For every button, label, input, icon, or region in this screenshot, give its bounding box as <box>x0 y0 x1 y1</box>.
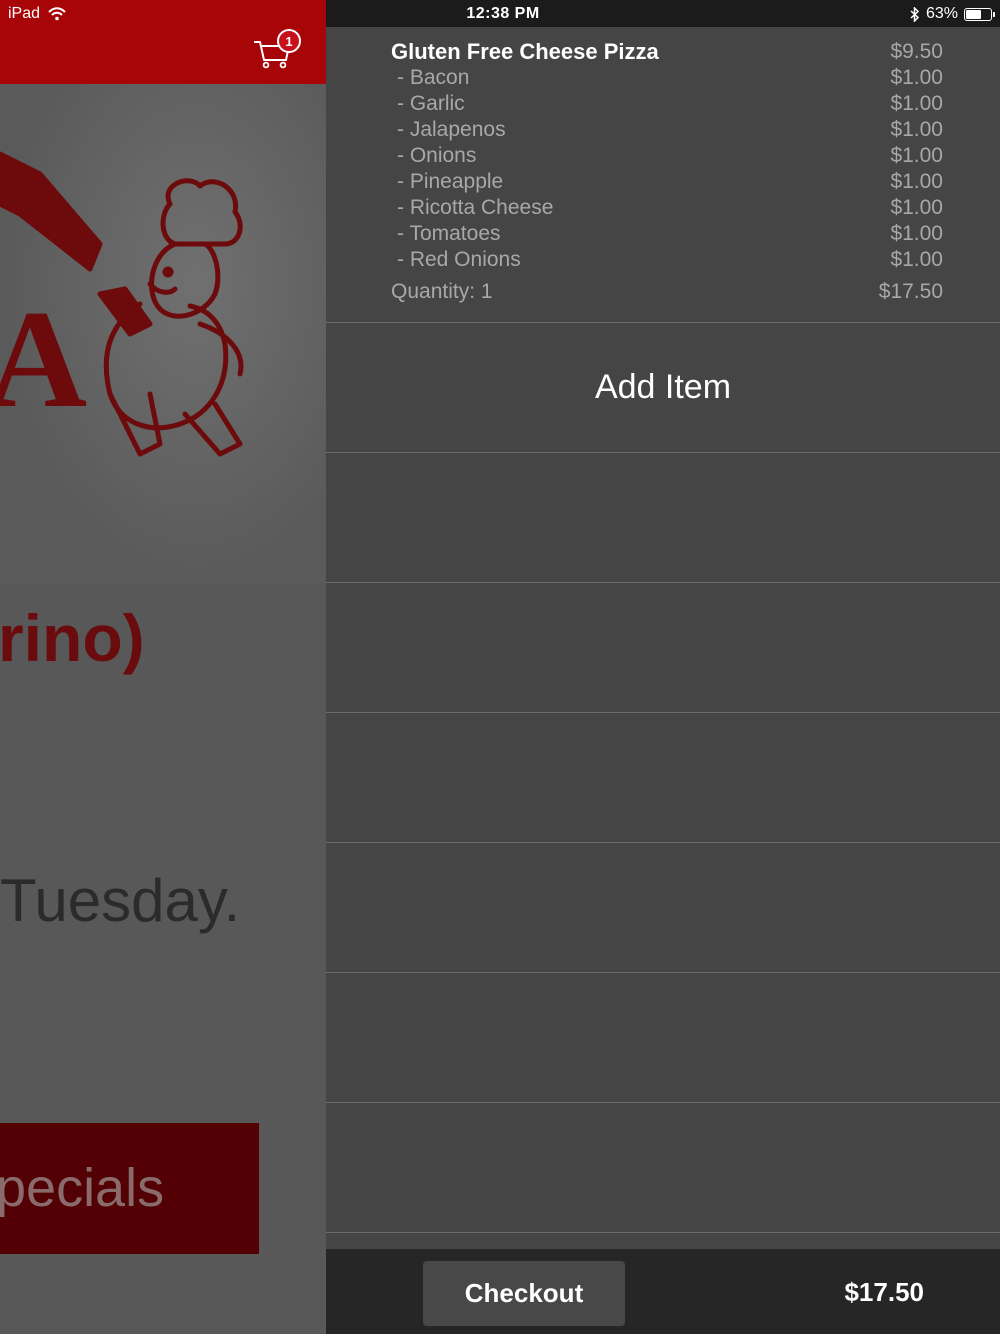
item-price: $9.50 <box>890 40 943 63</box>
modifier-label: - Ricotta Cheese <box>397 196 554 219</box>
modifier-price: $1.00 <box>890 170 943 193</box>
modifier-label: - Onions <box>397 144 477 167</box>
battery-level <box>966 9 982 19</box>
modifier-row: - Ricotta Cheese $1.00 <box>391 195 943 221</box>
empty-row <box>326 713 1000 843</box>
item-title-row: Gluten Free Cheese Pizza $9.50 <box>391 39 943 65</box>
modifier-row: - Garlic $1.00 <box>391 91 943 117</box>
modifier-label: - Tomatoes <box>397 222 501 245</box>
background-heading: rino) <box>0 601 145 675</box>
specials-button-label: pecials <box>0 1158 165 1218</box>
background-page: 1 A rino) Tuesday. pecials <box>0 0 326 1334</box>
modifier-label: - Garlic <box>397 92 465 115</box>
modifier-row: - Bacon $1.00 <box>391 65 943 91</box>
empty-row <box>326 1103 1000 1233</box>
modifier-price: $1.00 <box>890 118 943 141</box>
status-right: 63% <box>910 5 995 23</box>
order-item[interactable]: Gluten Free Cheese Pizza $9.50 - Bacon $… <box>326 27 1000 323</box>
empty-row <box>326 583 1000 713</box>
quantity-row: Quantity: 1 $17.50 <box>391 279 943 305</box>
battery-icon <box>964 7 995 21</box>
modifier-price: $1.00 <box>890 196 943 219</box>
modifier-price: $1.00 <box>890 66 943 89</box>
empty-row <box>326 453 1000 583</box>
modifier-row: - Pineapple $1.00 <box>391 169 943 195</box>
cart-total: $17.50 <box>844 1277 924 1307</box>
modifier-row: - Red Onions $1.00 <box>391 247 943 273</box>
specials-button[interactable]: pecials <box>0 1123 259 1254</box>
modifier-label: - Pineapple <box>397 170 504 193</box>
empty-row <box>326 843 1000 973</box>
modifier-label: - Jalapenos <box>397 118 506 141</box>
modifier-price: $1.00 <box>890 92 943 115</box>
status-bar: iPad 12:38 PM 63% <box>0 0 1000 27</box>
background-text: Tuesday. <box>0 867 241 934</box>
modifier-row: - Onions $1.00 <box>391 143 943 169</box>
cart-count-badge: 1 <box>277 29 301 53</box>
modifier-price: $1.00 <box>890 144 943 167</box>
add-item-button[interactable]: Add Item <box>326 323 1000 453</box>
cart-footer: Checkout $17.50 <box>326 1249 1000 1334</box>
modifier-row: - Tomatoes $1.00 <box>391 221 943 247</box>
battery-percent: 63% <box>925 5 958 22</box>
clock: 12:38 PM <box>466 5 540 22</box>
bluetooth-icon <box>910 6 920 22</box>
modifier-label: - Red Onions <box>397 248 521 271</box>
modifier-row: - Jalapenos $1.00 <box>391 117 943 143</box>
modifier-label: - Bacon <box>397 66 470 89</box>
modifier-price: $1.00 <box>890 222 943 245</box>
checkout-button[interactable]: Checkout <box>423 1261 625 1326</box>
empty-row <box>326 973 1000 1103</box>
cart-panel: Gluten Free Cheese Pizza $9.50 - Bacon $… <box>326 0 1000 1334</box>
modifier-price: $1.00 <box>890 248 943 271</box>
chef-logo-illustration <box>0 151 244 457</box>
quantity-label: Quantity: 1 <box>391 280 493 303</box>
item-name: Gluten Free Cheese Pizza <box>391 39 659 64</box>
line-total: $17.50 <box>878 280 943 303</box>
